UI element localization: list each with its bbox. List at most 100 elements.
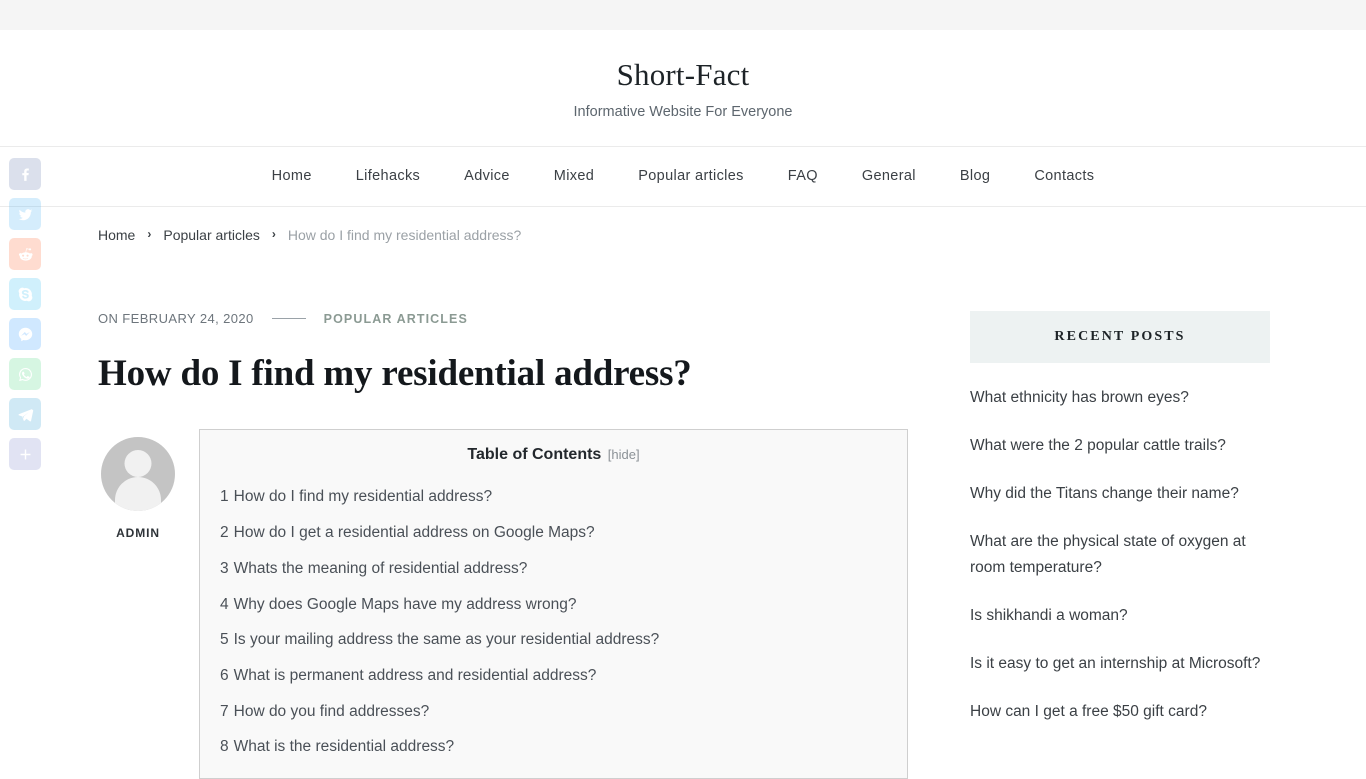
- nav-link-mixed[interactable]: Mixed: [532, 147, 616, 206]
- toc-header: Table of Contents [hide]: [220, 446, 887, 470]
- share-button-facebook[interactable]: [9, 158, 41, 190]
- site-tagline: Informative Website For Everyone: [573, 104, 793, 121]
- meta-divider: [271, 318, 306, 320]
- breadcrumb: Home › Popular articles › How do I find …: [88, 207, 1278, 243]
- page-wrapper: ON FEBRUARY 24, 2020 POPULAR ARTICLES Ho…: [88, 243, 1278, 779]
- toc-number: 3: [220, 559, 229, 577]
- nav-item: Contacts: [1012, 147, 1116, 206]
- recent-post-link[interactable]: How can I get a free $50 gift card?: [970, 703, 1207, 720]
- nav-item: Mixed: [532, 147, 616, 206]
- plus-icon: [20, 449, 30, 459]
- nav-link-general[interactable]: General: [840, 147, 938, 206]
- toc-number: 1: [220, 488, 229, 506]
- skype-icon: [18, 287, 32, 301]
- nav-link-lifehacks[interactable]: Lifehacks: [334, 147, 442, 206]
- breadcrumb-link-home[interactable]: Home: [98, 227, 135, 243]
- nav-link-popular-articles[interactable]: Popular articles: [616, 147, 766, 206]
- post-body-row: ADMIN Table of Contents [hide] 1 How do I…: [98, 429, 908, 779]
- toc-link[interactable]: 3 Whats the meaning of residential addres…: [220, 560, 527, 577]
- nav-link-advice[interactable]: Advice: [442, 147, 532, 206]
- main-navigation: Home Lifehacks Advice Mixed Popular arti…: [0, 146, 1366, 208]
- toc-label: How do you find addresses?: [233, 702, 430, 720]
- toc-label: Why does Google Maps have my address wro…: [233, 595, 577, 613]
- toc-heading: Table of Contents: [467, 446, 602, 464]
- share-button-twitter[interactable]: [9, 198, 41, 230]
- toc-link[interactable]: 8 What is the residential address?: [220, 738, 454, 755]
- toc-item: 7 How do you find addresses?: [220, 701, 887, 723]
- toc-item: 8 What is the residential address?: [220, 736, 887, 758]
- toc-number: 8: [220, 738, 229, 756]
- list-item: What ethnicity has brown eyes?: [970, 385, 1270, 410]
- nav-item: Home: [250, 147, 334, 206]
- facebook-icon: [21, 167, 29, 181]
- share-button-whatsapp[interactable]: [9, 358, 41, 390]
- toc-number: 6: [220, 666, 229, 684]
- toc-label: What is the residential address?: [233, 738, 455, 756]
- toc-number: 7: [220, 702, 229, 720]
- avatar-body-shape: [115, 477, 161, 512]
- recent-post-link[interactable]: What are the physical state of oxygen at…: [970, 533, 1246, 575]
- toc-link[interactable]: 2 How do I get a residential address on G…: [220, 524, 595, 541]
- toc-label: What is permanent address and residentia…: [233, 666, 597, 684]
- nav-item: FAQ: [766, 147, 840, 206]
- recent-post-link[interactable]: What were the 2 popular cattle trails?: [970, 437, 1226, 454]
- recent-posts-list: What ethnicity has brown eyes? What were…: [970, 363, 1270, 724]
- toc-link[interactable]: 1 How do I find my residential address?: [220, 488, 492, 505]
- nav-item: Advice: [442, 147, 532, 206]
- nav-link-contacts[interactable]: Contacts: [1012, 147, 1116, 206]
- toc-number: 2: [220, 524, 229, 542]
- list-item: Is shikhandi a woman?: [970, 603, 1270, 628]
- post-category-link[interactable]: POPULAR ARTICLES: [324, 312, 468, 326]
- list-item: What are the physical state of oxygen at…: [970, 529, 1270, 579]
- widget-recent-posts-header: RECENT POSTS: [970, 311, 1270, 364]
- site-header: Short-Fact Informative Website For Every…: [0, 30, 1366, 147]
- recent-post-link[interactable]: Why did the Titans change their name?: [970, 485, 1239, 502]
- list-item: Is it easy to get an internship at Micro…: [970, 651, 1270, 676]
- breadcrumb-link-popular-articles[interactable]: Popular articles: [163, 227, 260, 243]
- twitter-icon: [18, 208, 32, 220]
- post-title: How do I find my residential address?: [98, 353, 692, 395]
- share-button-telegram[interactable]: [9, 398, 41, 430]
- toc-link[interactable]: 5 Is your mailing address the same as you…: [220, 631, 659, 648]
- toc-item: 4 Why does Google Maps have my address wr…: [220, 594, 887, 616]
- chevron-right-icon: ›: [271, 227, 276, 242]
- post-date: ON FEBRUARY 24, 2020: [98, 311, 254, 327]
- avatar-head-shape: [124, 450, 152, 478]
- list-item: How can I get a free $50 gift card?: [970, 699, 1270, 724]
- recent-post-link[interactable]: What ethnicity has brown eyes?: [970, 389, 1189, 406]
- toc-number: 4: [220, 595, 229, 613]
- toc-label: How do I get a residential address on Go…: [233, 524, 595, 542]
- toc-item: 1 How do I find my residential address?: [220, 486, 887, 508]
- site-title[interactable]: Short-Fact: [0, 57, 1366, 92]
- post-meta: ON FEBRUARY 24, 2020 POPULAR ARTICLES: [98, 311, 908, 326]
- share-button-skype[interactable]: [9, 278, 41, 310]
- nav-item: Lifehacks: [334, 147, 442, 206]
- share-button-more[interactable]: [9, 438, 41, 470]
- toc-link[interactable]: 7 How do you find addresses?: [220, 703, 429, 720]
- nav-link-faq[interactable]: FAQ: [766, 147, 840, 206]
- recent-post-link[interactable]: Is shikhandi a woman?: [970, 607, 1128, 624]
- toc-link[interactable]: 6 What is permanent address and residenti…: [220, 667, 596, 684]
- nav-link-home[interactable]: Home: [250, 147, 334, 206]
- toc-item: 3 Whats the meaning of residential addres…: [220, 558, 887, 580]
- recent-post-link[interactable]: Is it easy to get an internship at Micro…: [970, 655, 1260, 672]
- widget-title: RECENT POSTS: [1054, 329, 1186, 345]
- share-button-messenger[interactable]: [9, 318, 41, 350]
- toc-label: Whats the meaning of residential address…: [233, 559, 528, 577]
- toc-number: 5: [220, 631, 229, 649]
- social-share-rail: [9, 158, 41, 470]
- share-button-reddit[interactable]: [9, 238, 41, 270]
- toc-label: Is your mailing address the same as your…: [233, 631, 660, 649]
- table-of-contents: Table of Contents [hide] 1 How do I find …: [199, 429, 908, 779]
- list-item: Why did the Titans change their name?: [970, 481, 1270, 506]
- nav-link-blog[interactable]: Blog: [938, 147, 1012, 206]
- messenger-icon: [18, 327, 32, 341]
- toc-list: 1 How do I find my residential address? 2…: [220, 486, 887, 758]
- list-item: What were the 2 popular cattle trails?: [970, 433, 1270, 458]
- reddit-icon: [18, 247, 33, 261]
- main-content: ON FEBRUARY 24, 2020 POPULAR ARTICLES Ho…: [98, 243, 908, 779]
- author-name[interactable]: ADMIN: [98, 526, 178, 540]
- toc-toggle-button[interactable]: [hide]: [608, 447, 640, 462]
- toc-link[interactable]: 4 Why does Google Maps have my address wr…: [220, 596, 577, 613]
- breadcrumb-current: How do I find my residential address?: [287, 227, 522, 244]
